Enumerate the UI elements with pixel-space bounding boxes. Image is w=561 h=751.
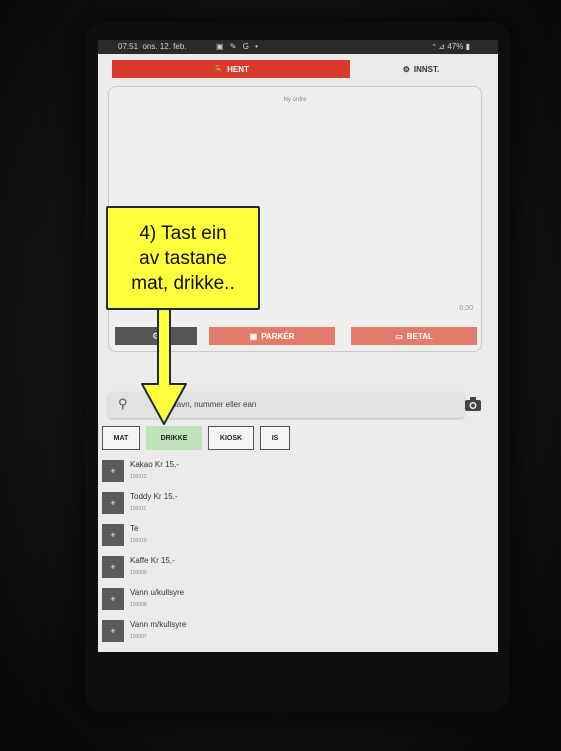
- callout-line-3: mat, drikke..: [131, 272, 235, 294]
- callout-line-1: 4) Tast ein: [139, 222, 227, 244]
- search-input[interactable]: ⚲ Varenavn, nummer eller ean: [108, 392, 464, 418]
- chair-icon: 🪑: [213, 64, 224, 74]
- top-tabs: 🪑 HENT ⚙ INNST.: [98, 54, 498, 80]
- empty-order-text: Ny ordre: [283, 97, 307, 103]
- battery-icon: ▮: [465, 42, 470, 51]
- category-is[interactable]: IS: [260, 426, 290, 450]
- battery-indicator: ⁺ ⊿ 47% ▮: [431, 42, 470, 51]
- category-kiosk[interactable]: KIOSK: [208, 426, 254, 450]
- gears-icon: ⚙: [151, 330, 161, 341]
- signal-icon: ⁺ ⊿: [431, 42, 446, 51]
- total-value: 0,00: [459, 305, 473, 312]
- tablet-screen: 07:51 ons. 12. feb. ▣ ✎ G • ⁺ ⊿ 47% ▮ 🪑 …: [98, 40, 498, 652]
- pay-button[interactable]: ▭ BETAL: [351, 327, 477, 345]
- park-button[interactable]: ▣ PARKÉR: [209, 327, 335, 345]
- status-bar: 07:51 ons. 12. feb. ▣ ✎ G • ⁺ ⊿ 47% ▮: [98, 40, 498, 54]
- save-icon: ▣: [249, 331, 258, 341]
- add-item-button[interactable]: +: [102, 460, 124, 482]
- list-item[interactable]: + Toddy Kr 15,- 100011: [98, 488, 498, 518]
- tab-hent[interactable]: 🪑 HENT: [112, 60, 350, 78]
- list-item[interactable]: + Te 100010: [98, 520, 498, 550]
- add-item-button[interactable]: +: [102, 620, 124, 642]
- camera-icon[interactable]: [464, 396, 482, 412]
- search-placeholder: Varenavn, nummer eller ean: [156, 400, 257, 409]
- add-item-button[interactable]: +: [102, 492, 124, 514]
- list-item[interactable]: + Vann m/kullsyre 100007: [98, 616, 498, 646]
- add-item-button[interactable]: +: [102, 556, 124, 578]
- list-item[interactable]: + Kakao Kr 15,- 100012: [98, 456, 498, 486]
- card-icon: ▭: [395, 331, 403, 341]
- add-item-button[interactable]: +: [102, 588, 124, 610]
- status-icons: ▣ ✎ G •: [216, 42, 260, 51]
- instruction-callout: 4) Tast ein av tastane mat, drikke..: [106, 206, 260, 310]
- list-item[interactable]: + Vann u/kullsyre 100008: [98, 584, 498, 614]
- callout-line-2: av tastane: [139, 247, 227, 269]
- list-item[interactable]: + Kaffe Kr 15,- 100009: [98, 552, 498, 582]
- order-actions: ⚙ ▣ PARKÉR ▭ BETAL: [115, 327, 477, 345]
- gear-icon: ⚙: [402, 64, 410, 74]
- add-item-button[interactable]: +: [102, 524, 124, 546]
- search-icon: ⚲: [118, 396, 128, 411]
- category-mat[interactable]: MAT: [102, 426, 140, 450]
- options-button[interactable]: ⚙: [115, 327, 197, 345]
- status-time: 07:51 ons. 12. feb.: [118, 42, 187, 51]
- tab-innst[interactable]: ⚙ INNST.: [356, 60, 486, 78]
- category-drikke[interactable]: DRIKKE: [146, 426, 202, 450]
